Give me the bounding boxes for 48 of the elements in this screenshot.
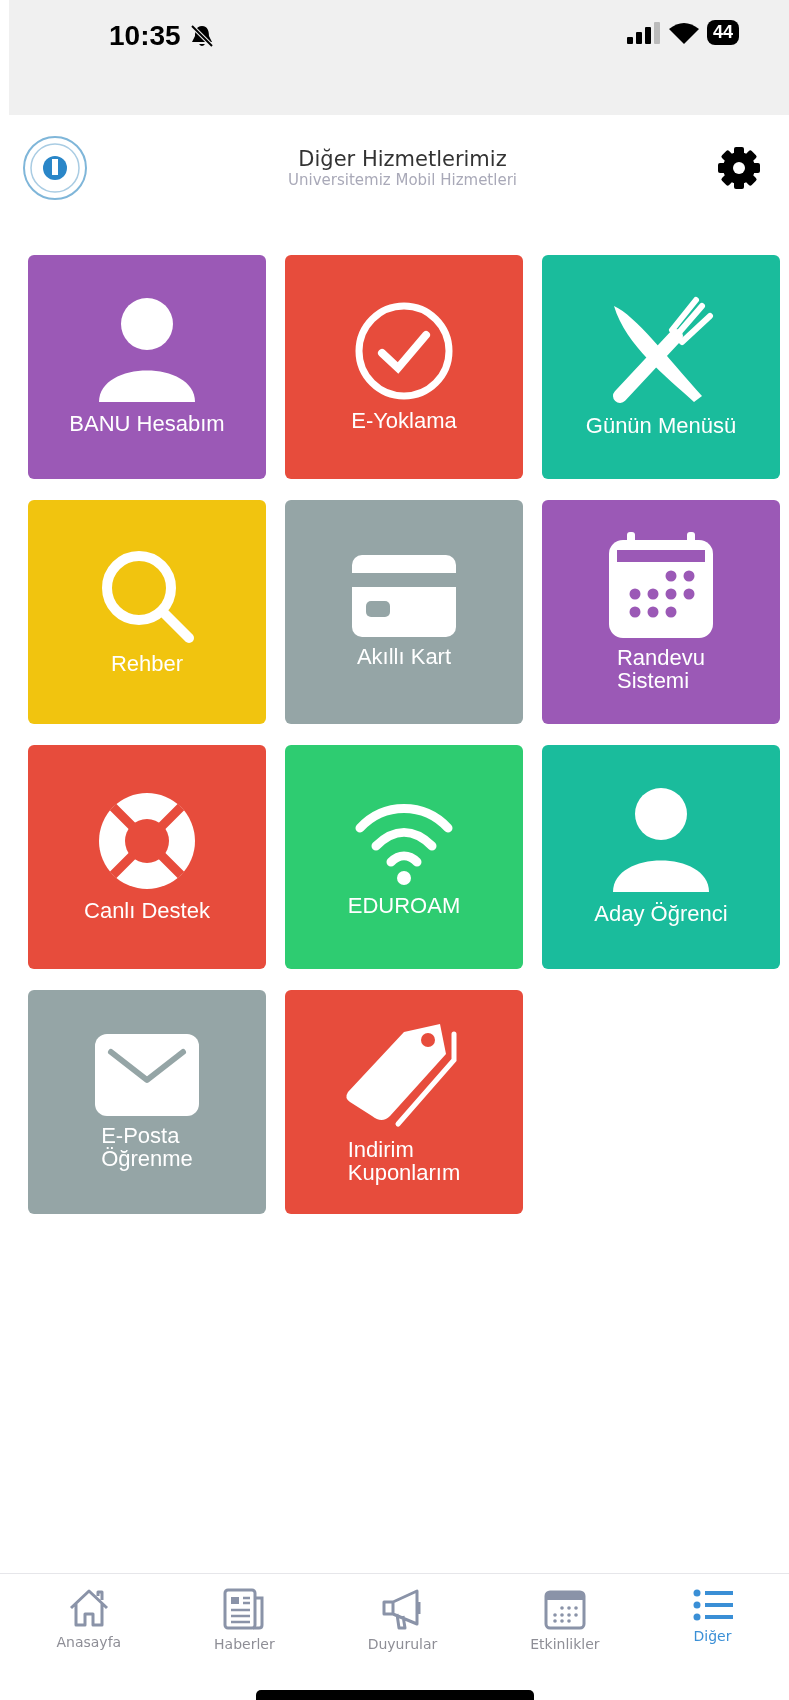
tile-label: BANU Hesabım (69, 412, 225, 436)
tile-label: Aday Öğrenci (594, 902, 728, 926)
battery-level: 44 (706, 20, 739, 45)
calendar-icon (543, 1588, 586, 1630)
service-tile[interactable]: E-Yoklama (285, 255, 523, 479)
tile-label: E-Yoklama (351, 409, 457, 433)
tile-label: Akıllı Kart (356, 645, 452, 669)
service-tile[interactable]: Indirim Kuponlarım (285, 990, 523, 1214)
tile-label: Canlı Destek (84, 899, 210, 923)
newspaper-icon (223, 1588, 266, 1630)
service-tile[interactable]: Günün Menüsü (542, 255, 780, 479)
tile-label: E-Posta Öğrenme (101, 1123, 193, 1171)
tab-bar-item[interactable]: Etkinlikler (524, 1588, 606, 1673)
service-tile[interactable]: EDUROAM (285, 745, 523, 969)
credit-card-icon (352, 555, 456, 638)
house-icon (67, 1588, 110, 1628)
list-icon (692, 1588, 733, 1622)
wifi-icon (668, 21, 699, 44)
settings-icon[interactable] (717, 145, 761, 190)
service-tile[interactable]: Canlı Destek (28, 745, 266, 969)
service-tile[interactable]: Aday Öğrenci (542, 745, 780, 969)
search-icon (99, 548, 195, 645)
person-icon (97, 298, 197, 405)
service-tile[interactable]: BANU Hesabım (28, 255, 266, 479)
tile-label: Rehber (110, 652, 184, 676)
clock-time: 10:35 (109, 20, 181, 52)
megaphone-icon (381, 1588, 424, 1630)
person-icon (611, 788, 711, 895)
tab-bar-item[interactable]: Haberler (208, 1588, 281, 1673)
service-tile[interactable]: E-Posta Öğrenme (28, 990, 266, 1214)
tab-bar-item[interactable]: Diğer (686, 1588, 739, 1673)
tile-label: Günün Menüsü (585, 414, 737, 438)
tab-bar-item[interactable]: Anasayfa (50, 1588, 128, 1673)
lifebuoy-icon (97, 791, 197, 892)
tile-label: Indirim Kuponlarım (347, 1137, 461, 1185)
calendar-icon (609, 531, 713, 638)
tile-label: Randevu Sistemi (616, 645, 706, 693)
university-logo (22, 134, 88, 201)
page-title: Diğer Hizmetlerimiz (298, 146, 507, 171)
tile-label: EDUROAM (347, 894, 461, 918)
checkmark-circle-icon (354, 301, 454, 402)
tab-bar-item[interactable]: Duyurular (361, 1588, 444, 1673)
service-tile[interactable]: Randevu Sistemi (542, 500, 780, 724)
envelope-icon (95, 1033, 199, 1116)
page-subtitle: Universitemiz Mobil Hizmetleri (288, 170, 517, 189)
signal-icon (626, 21, 661, 44)
service-tile[interactable]: Akıllı Kart (285, 500, 523, 724)
bell-muted-icon (188, 23, 215, 49)
